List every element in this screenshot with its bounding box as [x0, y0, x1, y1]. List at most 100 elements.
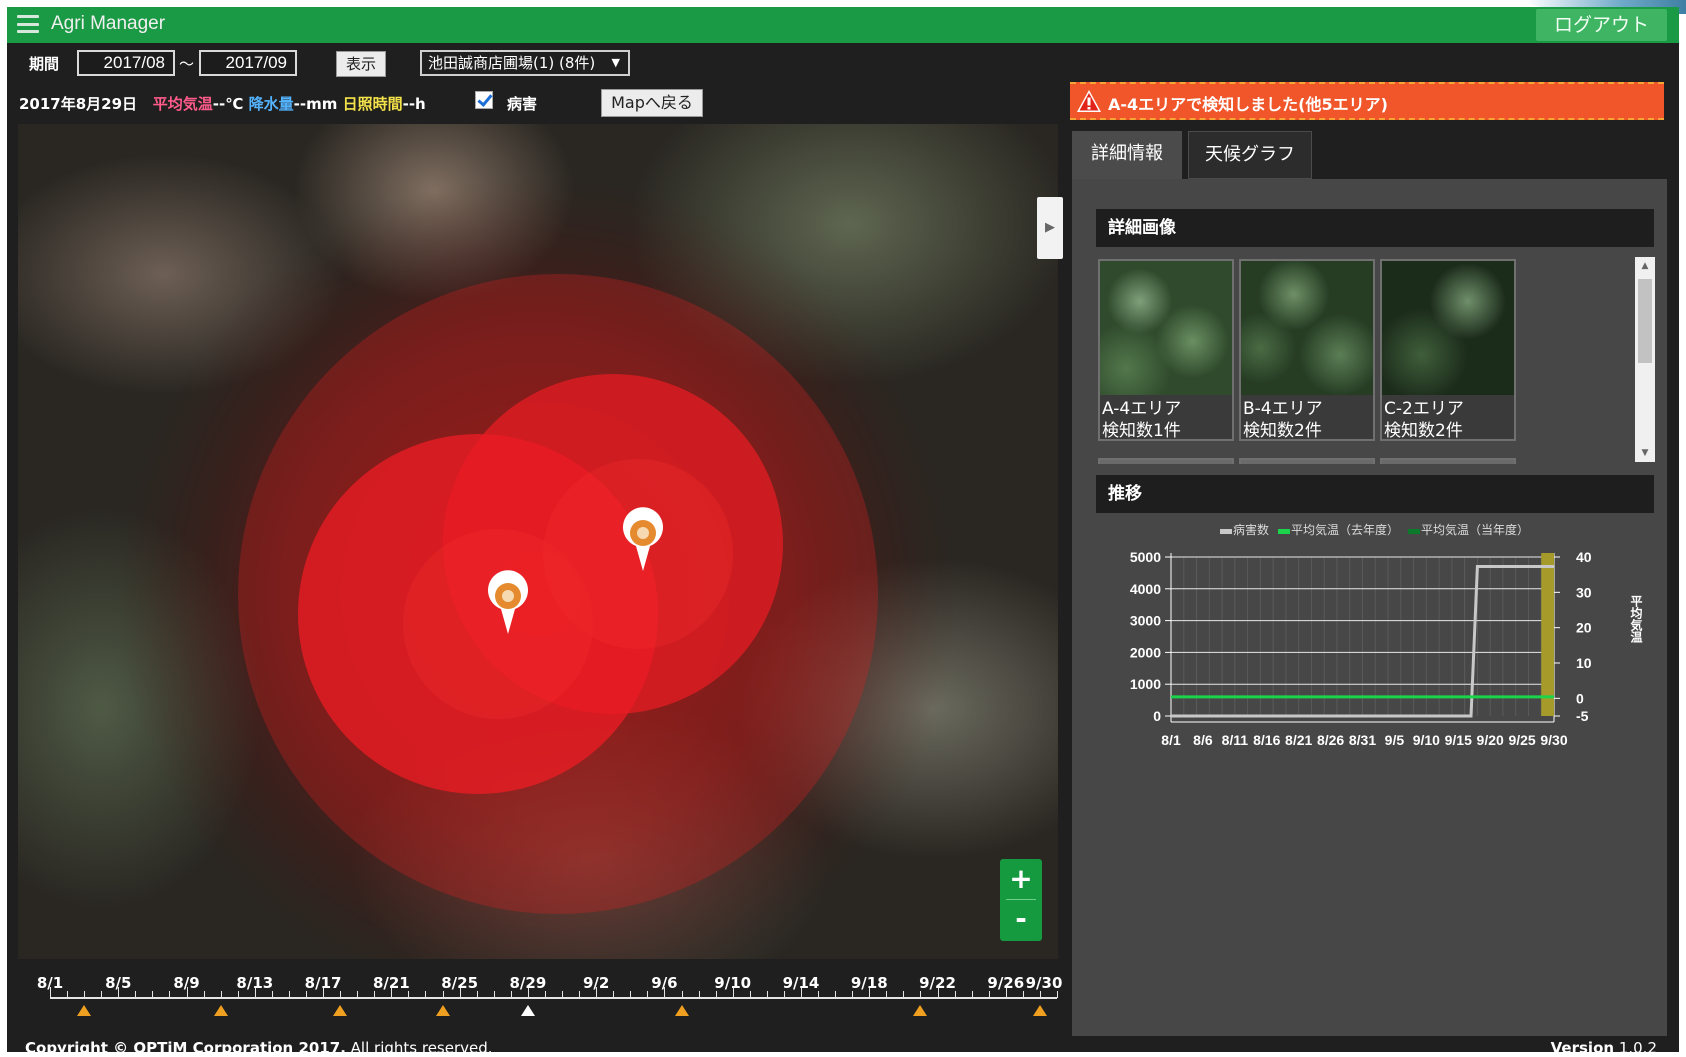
timeline-tick: [715, 991, 717, 998]
timeline-tick: [169, 991, 171, 998]
timeline-tick: [613, 991, 615, 998]
trend-header: 推移: [1096, 475, 1654, 513]
timeline-date-label[interactable]: 9/22: [919, 974, 956, 992]
period-label: 期間: [29, 55, 60, 73]
detail-image-card-partial: [1239, 458, 1375, 464]
timeline-tick: [67, 991, 69, 998]
timeline-date-label[interactable]: 8/5: [105, 974, 131, 992]
timeline-date-label[interactable]: 9/14: [783, 974, 820, 992]
sun-value: --h: [402, 95, 426, 113]
timeline-tick: [835, 991, 837, 998]
timeline-date-label[interactable]: 9/6: [651, 974, 677, 992]
timeline-date-label[interactable]: 9/10: [714, 974, 751, 992]
timeline-date-label[interactable]: 8/13: [236, 974, 273, 992]
timeline-tick: [1057, 991, 1058, 998]
x-tick-label: 8/11: [1222, 732, 1249, 745]
scroll-up-icon[interactable]: ▲: [1635, 259, 1655, 273]
field-map[interactable]: [18, 124, 1058, 959]
timeline-date-label[interactable]: 8/25: [441, 974, 478, 992]
pest-checkbox[interactable]: [475, 91, 493, 109]
timeline-date-label[interactable]: 8/29: [509, 974, 546, 992]
timeline-date-label[interactable]: 8/1: [37, 974, 63, 992]
detection-marker-icon[interactable]: [213, 1005, 228, 1016]
show-button[interactable]: 表示: [336, 51, 386, 77]
timeline-tick: [954, 991, 956, 998]
timeline-date-label[interactable]: 9/18: [851, 974, 888, 992]
timeline-axis: [50, 997, 1057, 999]
farm-select[interactable]: 池田誠商店圃場(1) (8件) ▼: [420, 50, 630, 76]
detail-image-card[interactable]: A-4エリア 検知数1件: [1098, 259, 1234, 441]
x-tick-label: 9/30: [1540, 732, 1567, 745]
detail-image-count: 検知数2件: [1384, 421, 1463, 441]
timeline-tick: [340, 991, 342, 998]
detail-image-card[interactable]: C-2エリア 検知数2件: [1380, 259, 1516, 441]
temp-value: --℃: [212, 95, 244, 113]
detail-images-header: 詳細画像: [1096, 209, 1654, 247]
scrollbar-thumb[interactable]: [1638, 279, 1652, 363]
timeline-date-label[interactable]: 8/21: [373, 974, 410, 992]
detection-marker-icon[interactable]: [1032, 1005, 1047, 1016]
hamburger-menu-icon[interactable]: [17, 15, 39, 33]
alert-banner[interactable]: A-4エリアで検知しました(他5エリア): [1070, 82, 1664, 120]
detail-image-card[interactable]: B-4エリア 検知数2件: [1239, 259, 1375, 441]
timeline-tick: [220, 991, 222, 998]
chevron-right-icon: ▶: [1045, 220, 1055, 235]
app-window: Agri Manager ログアウト 期間 2017/08 〜 2017/09 …: [7, 7, 1679, 1057]
x-tick-label: 9/5: [1385, 732, 1405, 745]
timeline-tick: [271, 991, 273, 998]
map-back-button[interactable]: Mapへ戻る: [601, 89, 703, 117]
y-left-tick-label: 3000: [1130, 613, 1161, 629]
detection-marker-icon[interactable]: [435, 1005, 450, 1016]
timeline-date-label[interactable]: 8/9: [173, 974, 199, 992]
timeline-tick: [101, 991, 103, 998]
timeline-tick: [408, 991, 410, 998]
scroll-down-icon[interactable]: ▼: [1635, 446, 1655, 460]
timeline-tick: [886, 991, 888, 998]
detail-image-card-partial: [1098, 458, 1234, 464]
timeline-tick: [1039, 991, 1041, 998]
detection-marker-icon[interactable]: [333, 1005, 348, 1016]
date-timeline[interactable]: 8/1 8/5 8/9 8/13 8/17 8/21 8/25 8/29 9/2 9/6 9/10 9…: [18, 962, 1062, 1017]
weather-summary: 2017年8月29日 平均気温--℃ 降水量--mm 日照時間--h: [19, 93, 426, 114]
pest-checkbox-label: 病害: [507, 95, 538, 113]
farm-select-value: 池田誠商店圃場(1) (8件): [428, 54, 596, 72]
current-date-marker-icon[interactable]: [520, 1005, 535, 1016]
image-list-scrollbar[interactable]: ▲ ▼: [1635, 257, 1655, 462]
date-to-input[interactable]: 2017/09: [199, 50, 297, 76]
timeline-tick: [766, 991, 768, 998]
x-tick-label: 8/6: [1193, 732, 1213, 745]
y-right-axis-label: 平均気温: [1629, 595, 1643, 644]
timeline-date-label[interactable]: 9/30: [1026, 974, 1063, 992]
timeline-tick: [818, 991, 820, 998]
timeline-tick: [203, 991, 205, 998]
app-title: Agri Manager: [51, 13, 166, 34]
timeline-date-label[interactable]: 9/2: [583, 974, 609, 992]
zoom-controls: + -: [1000, 859, 1042, 941]
x-tick-label: 9/15: [1445, 732, 1472, 745]
detection-marker-icon[interactable]: [674, 1005, 689, 1016]
timeline-tick: [647, 991, 649, 998]
detail-image-count: 検知数2件: [1243, 421, 1322, 441]
header-bar: Agri Manager ログアウト: [7, 7, 1679, 43]
zoom-out-button[interactable]: -: [1000, 899, 1042, 939]
zoom-in-button[interactable]: +: [1000, 859, 1042, 899]
detail-image-card-partial: [1380, 458, 1516, 464]
timeline-date-label[interactable]: 8/17: [305, 974, 342, 992]
detection-core-b: [543, 459, 733, 649]
timeline-tick: [630, 991, 632, 998]
detection-marker-icon[interactable]: [77, 1005, 92, 1016]
timeline-date-label[interactable]: 9/26: [987, 974, 1024, 992]
legend-label: 平均気温（当年度）: [1421, 522, 1529, 537]
logout-button[interactable]: ログアウト: [1535, 9, 1667, 41]
x-tick-label: 8/31: [1349, 732, 1376, 745]
legend-label: 平均気温（去年度）: [1291, 522, 1399, 537]
timeline-tick: [681, 991, 683, 998]
detection-marker-icon[interactable]: [913, 1005, 928, 1016]
map-expand-button[interactable]: ▶: [1037, 197, 1063, 259]
timeline-tick: [510, 991, 512, 998]
timeline-tick: [374, 991, 376, 998]
date-from-input[interactable]: 2017/08: [77, 50, 175, 76]
y-right-tick-label: -5: [1576, 708, 1589, 724]
tab-weather-graph[interactable]: 天候グラフ: [1188, 131, 1312, 179]
tab-detail[interactable]: 詳細情報: [1072, 131, 1182, 179]
